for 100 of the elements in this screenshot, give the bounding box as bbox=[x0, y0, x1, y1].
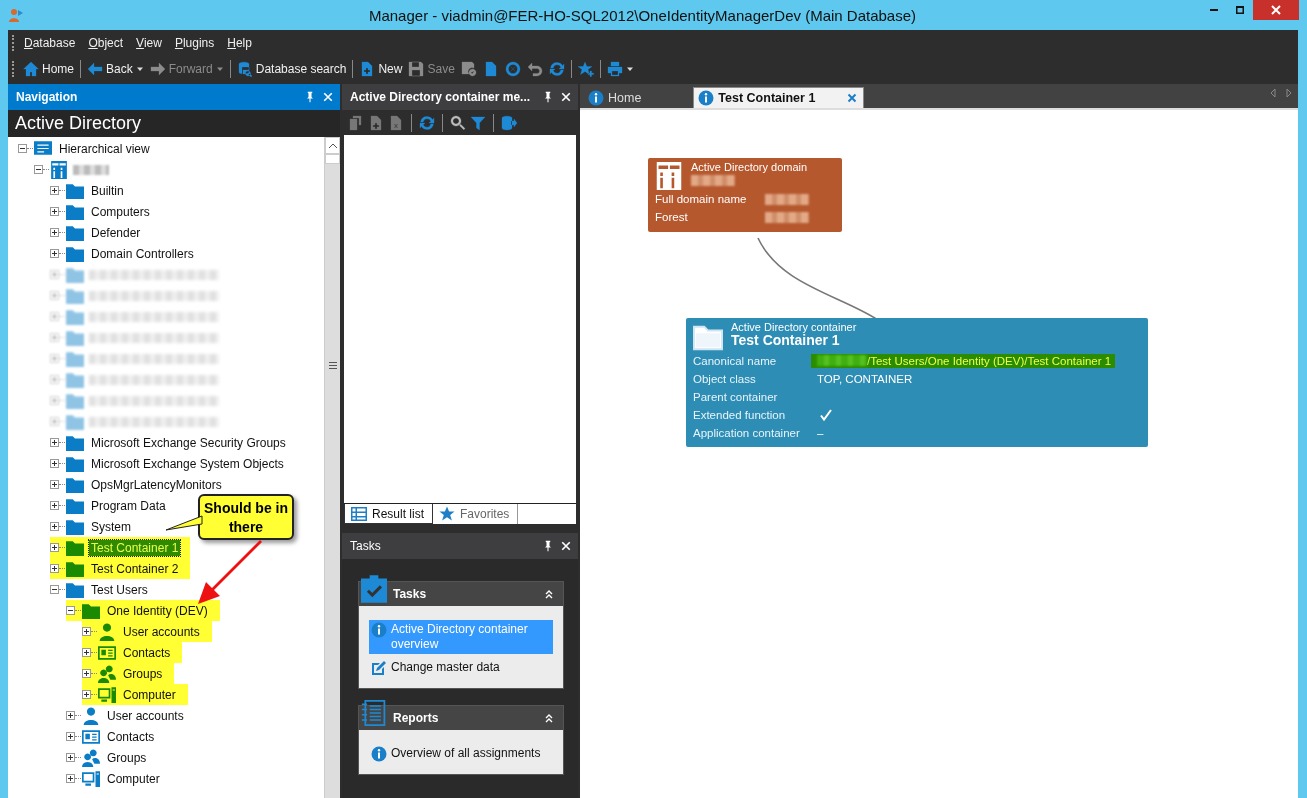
disk-check-icon bbox=[460, 61, 477, 77]
tree-item[interactable]: Builtin bbox=[50, 180, 136, 201]
pin-icon[interactable] bbox=[542, 540, 554, 552]
object-type: Active Directory domain bbox=[691, 161, 808, 173]
tree-item[interactable]: Test Users bbox=[50, 579, 160, 600]
tab[interactable]: Test Container 1 bbox=[693, 87, 865, 108]
new-document-icon bbox=[359, 61, 376, 77]
task-link[interactable]: Change master data bbox=[369, 658, 553, 678]
expand-toggle[interactable] bbox=[50, 459, 59, 468]
expand-toggle[interactable] bbox=[50, 228, 59, 237]
toolbar-button[interactable]: New bbox=[356, 58, 406, 80]
tree-item[interactable]: Contacts bbox=[82, 642, 183, 663]
clipboard-check-icon bbox=[361, 574, 387, 604]
object-card[interactable]: Active Directory container Test Container 1 Canonical name /Test Users/One Identity (DEV)/Test Container 1 Object class TOP, CONTAINER Parent container Extended function Application container – bbox=[686, 318, 1148, 447]
folder-icon bbox=[66, 433, 84, 452]
tree-item[interactable]: Test Container 1 bbox=[50, 537, 191, 558]
field-value: – bbox=[816, 426, 825, 440]
tree-item[interactable]: One Identity (DEV) bbox=[66, 600, 220, 621]
refresh-icon[interactable] bbox=[419, 114, 435, 131]
scrollbar[interactable] bbox=[324, 137, 340, 798]
collapse-icon[interactable] bbox=[544, 589, 554, 599]
expand-toggle[interactable] bbox=[82, 627, 91, 636]
database-export-icon[interactable] bbox=[501, 114, 517, 131]
tree-item[interactable]: Microsoft Exchange System Objects bbox=[50, 453, 296, 474]
menu-item[interactable]: Object bbox=[84, 36, 133, 50]
star-icon bbox=[439, 506, 455, 522]
tree-item[interactable]: Domain Controllers bbox=[50, 243, 206, 264]
toolbar-button[interactable]: Database search bbox=[233, 58, 350, 80]
expand-toggle[interactable] bbox=[50, 543, 59, 552]
expand-toggle[interactable] bbox=[66, 606, 75, 615]
tree-item[interactable]: Computers bbox=[50, 201, 162, 222]
expand-toggle[interactable] bbox=[50, 585, 59, 594]
tree-item[interactable]: User accounts bbox=[82, 621, 212, 642]
field-label: Application container bbox=[693, 427, 801, 439]
folder-icon bbox=[66, 580, 84, 599]
expand-toggle[interactable] bbox=[50, 480, 59, 489]
expand-toggle[interactable] bbox=[50, 186, 59, 195]
expand-toggle[interactable] bbox=[82, 690, 91, 699]
expand-toggle[interactable] bbox=[82, 669, 91, 678]
tree-item[interactable]: Groups bbox=[82, 663, 175, 684]
folder-icon bbox=[66, 370, 84, 389]
folder-icon bbox=[66, 181, 84, 200]
info-icon bbox=[588, 89, 604, 106]
refresh-icon bbox=[548, 61, 565, 77]
toolbar-button[interactable]: Home bbox=[20, 58, 77, 80]
search-icon[interactable] bbox=[450, 114, 466, 131]
object-name: Test Container 1 bbox=[731, 333, 841, 348]
filter-icon[interactable] bbox=[470, 114, 486, 131]
tree-item[interactable]: Computer bbox=[66, 768, 172, 789]
info-icon bbox=[371, 622, 387, 638]
pencil-icon bbox=[371, 660, 387, 676]
menu-item[interactable]: Plugins bbox=[170, 36, 224, 50]
tree-item[interactable]: Test Container 2 bbox=[50, 558, 191, 579]
folder-icon bbox=[66, 454, 84, 473]
expand-toggle[interactable] bbox=[66, 711, 75, 720]
folder-icon bbox=[66, 223, 84, 242]
expand-toggle[interactable] bbox=[50, 501, 59, 510]
menu-item[interactable]: Database bbox=[20, 36, 85, 50]
expand-toggle[interactable] bbox=[50, 522, 59, 531]
expand-toggle[interactable] bbox=[66, 774, 75, 783]
tab-scroll-icon[interactable] bbox=[1270, 87, 1292, 98]
object-card[interactable]: Active Directory domain Full domain name Forest bbox=[648, 158, 842, 232]
collapse-icon[interactable] bbox=[544, 713, 554, 723]
computer-icon bbox=[98, 685, 116, 704]
menu-item[interactable]: Help bbox=[223, 36, 261, 50]
close-button[interactable] bbox=[1253, 0, 1299, 20]
expand-toggle[interactable] bbox=[50, 207, 59, 216]
expand-toggle[interactable] bbox=[50, 438, 59, 447]
task-link[interactable]: Overview of all assignments bbox=[369, 744, 553, 764]
scroll-thumb[interactable] bbox=[325, 154, 340, 164]
field-label: Extended function bbox=[693, 409, 787, 421]
expand-toggle[interactable] bbox=[82, 648, 91, 657]
star-plus-icon bbox=[577, 61, 594, 77]
tree-item[interactable]: Hierarchical view bbox=[18, 138, 162, 159]
expand-toggle[interactable] bbox=[66, 753, 75, 762]
tree-item[interactable]: OpsMgrLatencyMonitors bbox=[50, 474, 234, 495]
expand-toggle[interactable] bbox=[66, 732, 75, 741]
database-search-icon bbox=[236, 61, 253, 77]
tree-item[interactable]: User accounts bbox=[66, 705, 196, 726]
expand-toggle[interactable] bbox=[18, 144, 27, 153]
pin-icon[interactable] bbox=[542, 91, 554, 103]
expand-toggle[interactable] bbox=[34, 165, 43, 174]
expand-toggle[interactable] bbox=[50, 249, 59, 258]
tree-item[interactable]: Microsoft Exchange Security Groups bbox=[50, 432, 298, 453]
pin-icon[interactable] bbox=[304, 91, 316, 103]
tree-item[interactable]: System bbox=[50, 516, 143, 537]
tree-item[interactable]: Contacts bbox=[66, 726, 167, 747]
circle-x-icon bbox=[504, 61, 521, 77]
group-icon bbox=[98, 664, 116, 683]
panel-title: Tasks bbox=[350, 539, 382, 553]
tab[interactable]: Result list bbox=[344, 504, 433, 524]
info-icon bbox=[698, 90, 715, 106]
menu-item[interactable]: View bbox=[132, 36, 171, 50]
tree-item[interactable]: Defender bbox=[50, 222, 153, 243]
toolbar-button[interactable]: Back bbox=[84, 58, 147, 80]
expand-toggle[interactable] bbox=[50, 564, 59, 573]
tree-item[interactable]: Program Data bbox=[50, 495, 178, 516]
tree-item[interactable]: Groups bbox=[66, 747, 159, 768]
tree-item[interactable]: Computer bbox=[82, 684, 188, 705]
folder-icon bbox=[66, 265, 84, 284]
